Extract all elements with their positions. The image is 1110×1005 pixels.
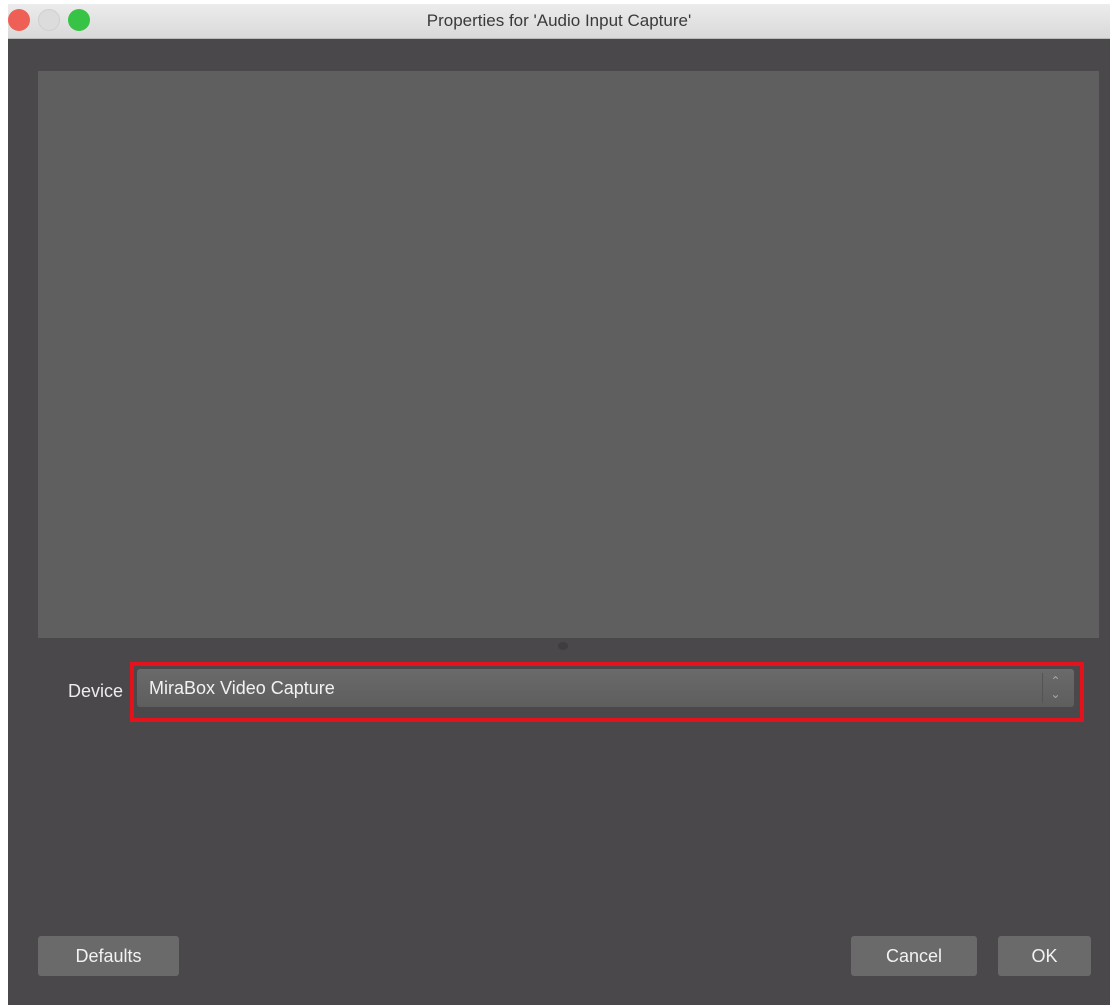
properties-window: Properties for 'Audio Input Capture' Dev… [8, 4, 1110, 1005]
device-select[interactable]: MiraBox Video Capture ⌃ ⌄ [137, 669, 1074, 707]
ok-button[interactable]: OK [998, 936, 1091, 976]
title-bar: Properties for 'Audio Input Capture' [8, 4, 1110, 39]
window-title: Properties for 'Audio Input Capture' [426, 11, 692, 30]
splitter-handle[interactable] [558, 642, 568, 650]
cancel-button[interactable]: Cancel [851, 936, 977, 976]
chevron-up-down-icon: ⌃ ⌄ [1042, 673, 1068, 703]
source-preview-area [38, 71, 1099, 638]
device-label: Device [68, 681, 124, 701]
device-select-value: MiraBox Video Capture [149, 678, 335, 698]
defaults-button[interactable]: Defaults [38, 936, 179, 976]
